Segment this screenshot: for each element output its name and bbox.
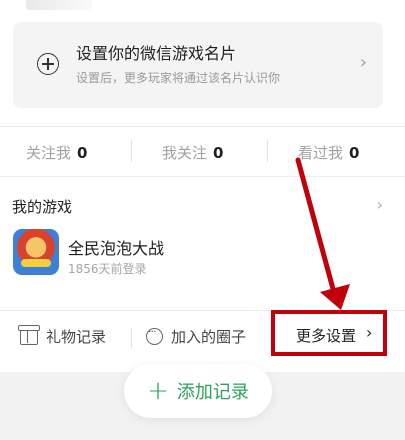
add-record-button[interactable]: + 添加记录 (124, 364, 272, 418)
plus-icon: + (147, 376, 169, 406)
add-record-label: 添加记录 (176, 382, 249, 403)
